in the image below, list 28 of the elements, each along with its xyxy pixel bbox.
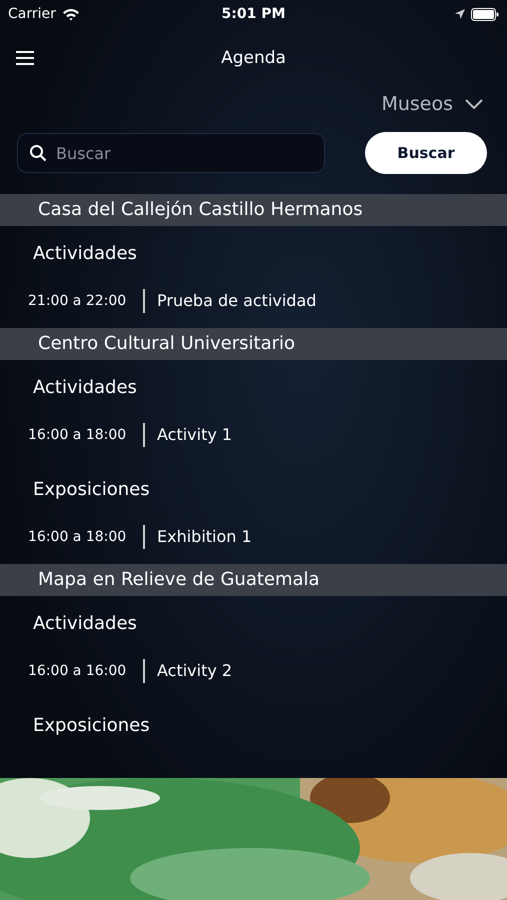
menu-icon[interactable] — [16, 51, 34, 65]
clock-time: 5:01 PM — [222, 6, 286, 22]
event-title[interactable]: Exhibition 1 — [145, 527, 252, 546]
event-time: 21:00 a 22:00 — [28, 288, 145, 312]
category-dropdown[interactable]: Museos — [381, 93, 483, 115]
search-button[interactable]: Buscar — [365, 132, 487, 174]
event-time: 16:00 a 18:00 — [28, 422, 145, 446]
event-title[interactable]: Activity 1 — [145, 425, 232, 444]
group-heading: Actividades — [32, 242, 138, 266]
venue-header: Centro Cultural Universitario — [0, 328, 507, 360]
event-time: 16:00 a 18:00 — [28, 524, 145, 548]
venue-header: Mapa en Relieve de Guatemala — [0, 564, 507, 596]
search-field[interactable]: Buscar — [17, 133, 325, 173]
screen-title: Agenda — [221, 48, 286, 68]
wifi-icon — [62, 8, 80, 20]
chevron-down-icon — [465, 99, 483, 109]
event-title[interactable]: Prueba de actividad — [145, 291, 316, 310]
group-heading: Exposiciones — [32, 714, 151, 738]
search-icon — [29, 144, 47, 162]
event-time: 16:00 a 16:00 — [28, 658, 145, 682]
venue-header: Casa del Callejón Castillo Hermanos — [0, 194, 507, 226]
battery-icon — [471, 8, 499, 20]
carrier-label: Carrier — [8, 6, 56, 22]
event-title[interactable]: Activity 2 — [145, 661, 232, 680]
group-heading: Exposiciones — [32, 478, 151, 502]
location-arrow-icon — [455, 9, 465, 19]
group-heading: Actividades — [32, 376, 138, 400]
group-heading: Actividades — [32, 612, 138, 636]
